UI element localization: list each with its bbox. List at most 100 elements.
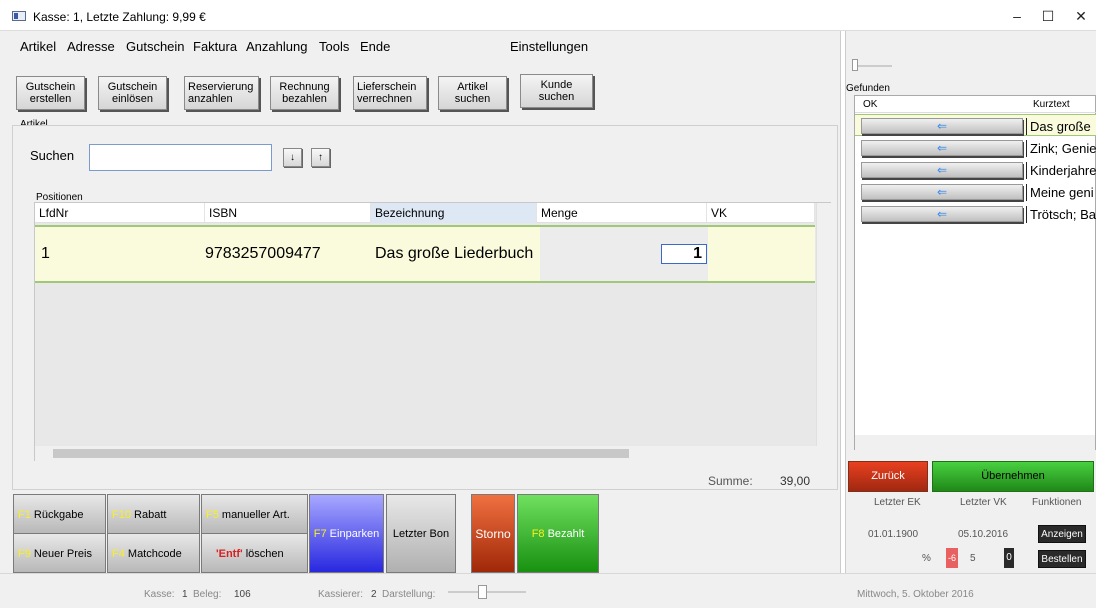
reservierung-anzahlen-button[interactable]: Reservierung anzahlen — [184, 76, 259, 110]
button-label-line2: einlösen — [112, 93, 153, 105]
fkey-label: F8 — [531, 528, 545, 540]
bestellen-button[interactable]: Bestellen — [1038, 550, 1086, 568]
list-item[interactable]: ⇐ Kinderjahre — [855, 159, 1096, 181]
f5-manueller-art-button[interactable]: F5 manueller Art. — [201, 494, 308, 534]
artikel-suchen-button[interactable]: Artikel suchen — [438, 76, 507, 110]
menu-anzahlung[interactable]: Anzahlung — [246, 39, 307, 54]
menu-artikel[interactable]: Artikel — [20, 39, 56, 54]
letzter-vk-value: 05.10.2016 — [958, 529, 1009, 540]
list-item[interactable]: ⇐ Trötsch; Ba — [855, 203, 1096, 225]
fkey-label: F10 — [112, 509, 131, 521]
app-icon — [12, 11, 26, 21]
right-slider[interactable] — [852, 59, 892, 71]
f7-einparken-button[interactable]: F7 Einparken — [309, 494, 384, 573]
cell-isbn: 9783257009477 — [205, 245, 321, 262]
arrow-left-icon[interactable]: ⇐ — [861, 184, 1023, 200]
f10-rabatt-button[interactable]: F10 Rabatt — [107, 494, 200, 534]
scrollbar-thumb[interactable] — [53, 449, 629, 458]
positionen-grid: LfdNr ISBN Bezeichnung Menge VK 1 978325… — [34, 202, 832, 461]
f8-bezahlt-button[interactable]: F8 Bezahlt — [517, 494, 599, 573]
fkey-text: Matchcode — [127, 548, 182, 560]
fkey-text: manueller Art. — [221, 509, 290, 521]
summe-label: Summe: — [708, 474, 753, 488]
list-item[interactable]: ⇐ Das große — [855, 114, 1096, 136]
menu-einstellungen[interactable]: Einstellungen — [510, 39, 588, 54]
arrow-left-icon[interactable]: ⇐ — [861, 162, 1023, 178]
date-label: Mittwoch, 5. Oktober 2016 — [857, 589, 974, 600]
kunde-suchen-button[interactable]: Kunde suchen — [520, 74, 593, 108]
button-label-line2: erstellen — [29, 93, 72, 105]
list-item[interactable]: ⇐ Zink; Genie — [855, 137, 1096, 159]
vertical-scrollbar[interactable] — [816, 203, 831, 447]
column-header-vk[interactable]: VK — [707, 203, 815, 223]
margin-red-indicator: -6 — [946, 548, 958, 568]
arrow-left-icon[interactable]: ⇐ — [861, 206, 1023, 222]
search-input[interactable] — [89, 144, 272, 171]
gutschein-erstellen-button[interactable]: Gutschein erstellen — [16, 76, 85, 110]
button-label-line2: suchen — [538, 91, 575, 103]
menu-faktura[interactable]: Faktura — [193, 39, 237, 54]
status-bar: Kasse: 1 Beleg: 106 Kassierer: 2 Darstel… — [0, 573, 1096, 608]
horizontal-scrollbar[interactable] — [35, 446, 832, 461]
column-header-ok[interactable]: OK — [855, 96, 1025, 113]
arrow-left-icon[interactable]: ⇐ — [861, 118, 1023, 134]
result-kurztext: Trötsch; Ba — [1026, 206, 1096, 223]
menu-ende[interactable]: Ende — [360, 39, 390, 54]
rechnung-bezahlen-button[interactable]: Rechnung bezahlen — [270, 76, 339, 110]
button-label-line1: Gutschein — [25, 81, 76, 93]
fkey-label: F1 — [18, 509, 31, 521]
zurueck-button[interactable]: Zurück — [848, 461, 928, 492]
beleg-value: 106 — [234, 589, 251, 600]
quantity-input[interactable]: 1 — [661, 244, 707, 264]
menu-tools[interactable]: Tools — [319, 39, 349, 54]
kassierer-value: 2 — [371, 589, 377, 600]
entf-loeschen-button[interactable]: 'Entf' löschen — [201, 533, 308, 573]
arrow-up-icon[interactable]: ↑ — [311, 148, 330, 167]
letzter-bon-button[interactable]: Letzter Bon — [386, 494, 456, 573]
grid-header: LfdNr ISBN Bezeichnung Menge VK — [35, 203, 815, 223]
f1-rueckgabe-button[interactable]: F1 Rückgabe — [13, 494, 106, 534]
column-header-isbn[interactable]: ISBN — [205, 203, 371, 223]
letzter-ek-label: Letzter EK — [874, 497, 921, 508]
main-pane: Artikel Adresse Gutschein Faktura Anzahl… — [0, 31, 840, 608]
arrow-down-icon[interactable]: ↓ — [283, 148, 302, 167]
close-button[interactable]: ✕ — [1066, 5, 1096, 27]
gefunden-label: Gefunden — [846, 83, 890, 94]
column-header-bezeichnung[interactable]: Bezeichnung — [371, 203, 537, 223]
darstellung-slider[interactable] — [448, 585, 526, 599]
maximize-button[interactable]: ☐ — [1033, 5, 1063, 27]
funktionen-label: Funktionen — [1032, 497, 1082, 508]
result-kurztext: Das große — [1026, 118, 1096, 135]
fkey-text: Neuer Preis — [33, 548, 92, 560]
f4-matchcode-button[interactable]: F4 Matchcode — [107, 533, 200, 573]
button-label-line1: Reservierung — [188, 81, 254, 93]
column-header-lfdnr[interactable]: LfdNr — [35, 203, 205, 223]
slider-knob[interactable] — [852, 59, 858, 71]
uebernehmen-button[interactable]: Übernehmen — [932, 461, 1094, 492]
fkey-label: F4 — [112, 548, 125, 560]
fkey-text: Einparken — [329, 528, 380, 540]
results-horizontal-scrollbar[interactable] — [855, 435, 1095, 450]
gutschein-einloesen-button[interactable]: Gutschein einlösen — [98, 76, 167, 110]
menu-gutschein[interactable]: Gutschein — [126, 39, 185, 54]
f9-neuer-preis-button[interactable]: F9 Neuer Preis — [13, 533, 106, 573]
darstellung-label: Darstellung: — [382, 589, 436, 600]
anzeigen-button[interactable]: Anzeigen — [1038, 525, 1086, 543]
fkey-label: F9 — [18, 548, 31, 560]
menu-adresse[interactable]: Adresse — [67, 39, 115, 54]
arrow-left-icon[interactable]: ⇐ — [861, 140, 1023, 156]
storno-button[interactable]: Storno — [471, 494, 515, 573]
minimize-button[interactable]: – — [1002, 5, 1032, 27]
button-label-line2: bezahlen — [282, 93, 327, 105]
slider-knob[interactable] — [478, 585, 487, 599]
fkey-label: 'Entf' — [216, 548, 243, 560]
lieferschein-verrechnen-button[interactable]: Lieferschein verrechnen — [353, 76, 427, 110]
search-label: Suchen — [30, 148, 75, 163]
column-header-kurztext[interactable]: Kurztext — [1025, 96, 1096, 113]
table-row[interactable]: 1 9783257009477 Das große Liederbuch 1 — [35, 225, 815, 283]
list-item[interactable]: ⇐ Meine geni — [855, 181, 1096, 203]
cell-vk — [707, 227, 711, 281]
button-label-line1: Lieferschein — [357, 81, 417, 93]
column-header-menge[interactable]: Menge — [537, 203, 707, 223]
button-label-line2: anzahlen — [188, 93, 233, 105]
